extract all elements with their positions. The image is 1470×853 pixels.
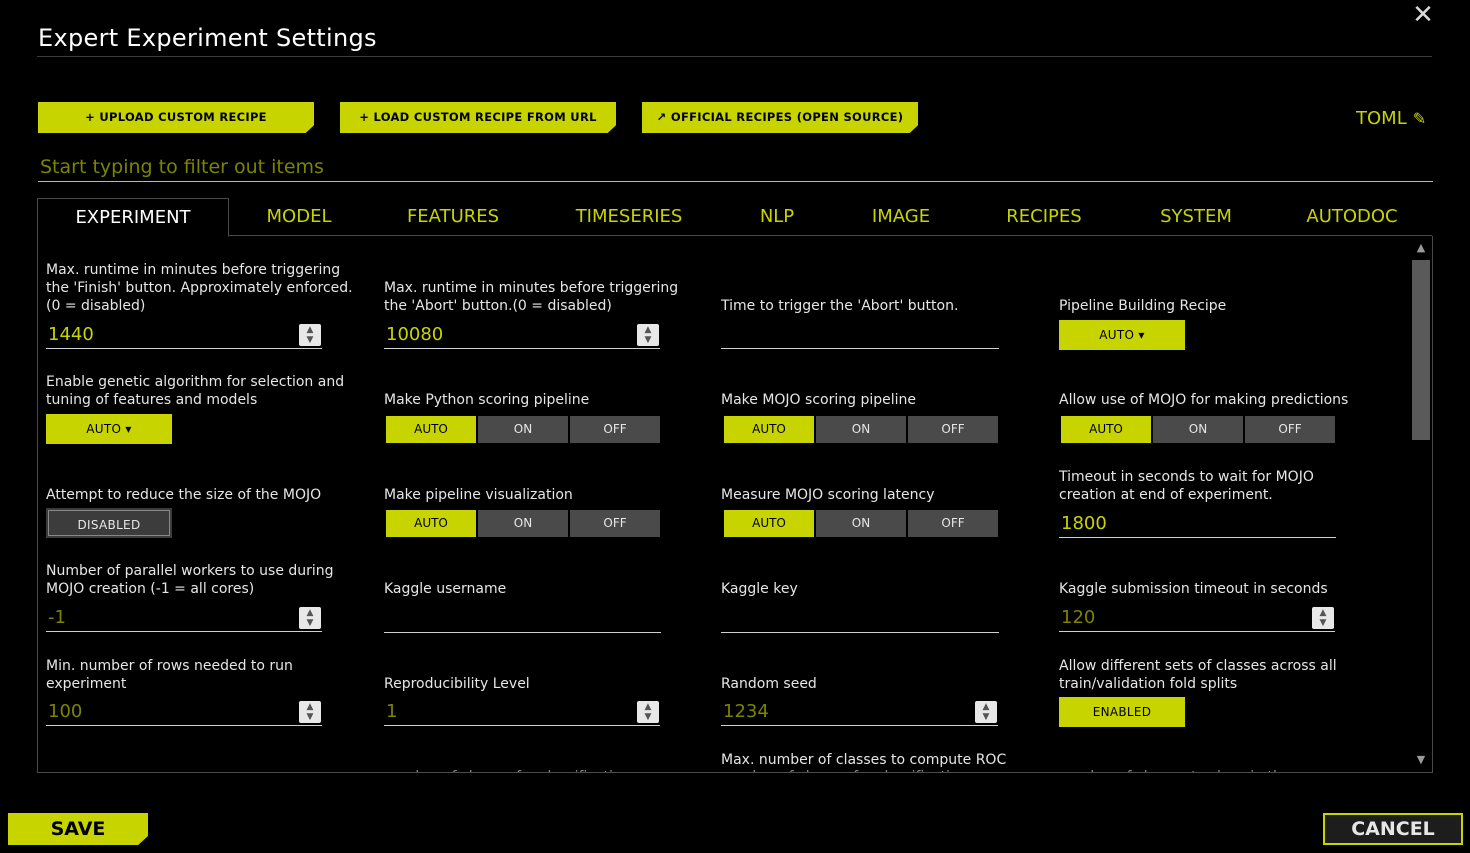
toggle-off[interactable]: OFF [908,510,998,537]
mojo-latency-label: Measure MOJO scoring latency [721,487,935,503]
kaggle-key-label: Kaggle key [721,581,798,597]
mojo-pipeline-label: Make MOJO scoring pipeline [721,392,916,408]
reproducibility-value: 1 [386,701,398,722]
fold-classes-label: Allow different sets of classes across a… [1059,658,1337,692]
tab-recipes[interactable]: RECIPES [997,198,1091,236]
abort-time-label: Time to trigger the 'Abort' button. [721,298,959,314]
toggle-on[interactable]: ON [478,416,568,443]
toggle-off[interactable]: OFF [908,416,998,443]
toggle-auto[interactable]: AUTO [724,416,814,443]
toggle-off[interactable]: OFF [1245,416,1335,443]
mojo-predictions-toggle: AUTO ON OFF [1061,416,1335,443]
dialog-title: Expert Experiment Settings [38,24,377,52]
official-recipes-button[interactable]: ↗ OFFICIAL RECIPES (OPEN SOURCE) [642,102,918,133]
pipeline-viz-toggle: AUTO ON OFF [386,510,660,537]
tab-model[interactable]: MODEL [249,198,349,236]
scroll-up-icon[interactable]: ▲ [1410,240,1432,256]
toggle-off[interactable]: OFF [570,416,660,443]
tab-timeseries[interactable]: TIMESERIES [563,198,695,236]
genetic-algo-dropdown[interactable]: AUTO ▾ [46,414,172,444]
tab-nlp[interactable]: NLP [747,198,807,236]
kaggle-username-input[interactable] [384,605,661,633]
toggle-auto[interactable]: AUTO [724,510,814,537]
spinner-icon[interactable]: ▲ ▼ [299,701,321,723]
reproducibility-input[interactable]: 1 ▲ ▼ [384,698,660,726]
spinner-icon[interactable]: ▲ ▼ [299,324,321,346]
finish-runtime-input[interactable]: 1440 ▲ ▼ [46,321,322,349]
filter-input[interactable] [38,152,1433,182]
spinner-icon[interactable]: ▲ ▼ [299,607,321,629]
cut-off-label: number of classes for classification [384,768,684,772]
pipeline-recipe-label: Pipeline Building Recipe [1059,298,1227,314]
toml-label: TOML [1356,108,1407,129]
spinner-icon[interactable]: ▲ ▼ [637,324,659,346]
kaggle-timeout-label: Kaggle submission timeout in seconds [1059,581,1328,597]
reduce-mojo-switch[interactable]: DISABLED [46,508,172,538]
close-icon[interactable]: ✕ [1410,2,1436,28]
spinner-icon[interactable]: ▲ ▼ [1312,607,1334,629]
tab-autodoc[interactable]: AUTODOC [1301,198,1403,236]
reproducibility-label: Reproducibility Level [384,676,530,692]
toggle-auto[interactable]: AUTO [386,416,476,443]
parallel-workers-value: -1 [48,607,66,628]
upload-custom-recipe-button[interactable]: + UPLOAD CUSTOM RECIPE [38,102,314,133]
title-divider [37,56,1432,57]
tab-image[interactable]: IMAGE [863,198,939,236]
abort-time-input[interactable] [721,321,999,349]
load-recipe-from-url-button[interactable]: + LOAD CUSTOM RECIPE FROM URL [340,102,616,133]
toggle-off[interactable]: OFF [570,510,660,537]
mojo-latency-toggle: AUTO ON OFF [724,510,998,537]
parallel-workers-label: Number of parallel workers to use during… [46,563,334,597]
pencil-icon: ✎ [1412,109,1427,128]
panel-scrollbar[interactable]: ▲ ▼ [1410,240,1432,770]
mojo-predictions-label: Allow use of MOJO for making predictions [1059,392,1349,408]
tab-experiment[interactable]: EXPERIMENT [37,198,229,237]
python-pipeline-label: Make Python scoring pipeline [384,392,590,408]
parallel-workers-input[interactable]: -1 ▲ ▼ [46,604,322,632]
random-seed-input[interactable]: 1234 ▲ ▼ [721,698,998,726]
toggle-on[interactable]: ON [478,510,568,537]
spinner-icon[interactable]: ▲ ▼ [637,701,659,723]
roc-classes-label: Max. number of classes to compute ROC [721,752,1007,768]
min-rows-label: Min. number of rows needed to run experi… [46,658,293,692]
kaggle-timeout-value: 120 [1061,607,1096,628]
spinner-icon[interactable]: ▲ ▼ [975,701,997,723]
pipeline-recipe-dropdown[interactable]: AUTO ▾ [1059,320,1185,350]
toggle-on[interactable]: ON [1153,416,1243,443]
kaggle-username-label: Kaggle username [384,581,507,597]
finish-runtime-value: 1440 [48,324,94,345]
scroll-thumb[interactable] [1412,260,1430,440]
toggle-auto[interactable]: AUTO [386,510,476,537]
mojo-pipeline-toggle: AUTO ON OFF [724,416,998,443]
toggle-on[interactable]: ON [816,510,906,537]
abort-runtime-input[interactable]: 10080 ▲ ▼ [384,321,660,349]
genetic-algo-label: Enable genetic algorithm for selection a… [46,374,345,408]
random-seed-label: Random seed [721,676,817,692]
tab-system[interactable]: SYSTEM [1151,198,1241,236]
mojo-timeout-input[interactable]: 1800 [1059,510,1336,538]
abort-runtime-value: 10080 [386,324,444,345]
kaggle-key-input[interactable] [721,605,999,633]
abort-runtime-label: Max. runtime in minutes before triggerin… [384,280,679,314]
min-rows-value: 100 [48,701,83,722]
save-button[interactable]: SAVE [8,813,148,845]
toggle-on[interactable]: ON [816,416,906,443]
settings-tabs: EXPERIMENT MODEL FEATURES TIMESERIES NLP… [37,198,1432,237]
scroll-down-icon[interactable]: ▼ [1410,752,1432,768]
cancel-button[interactable]: CANCEL [1323,813,1463,845]
python-pipeline-toggle: AUTO ON OFF [386,416,660,443]
cut-off-label: number of classes to show in the confusi… [1059,768,1359,772]
toggle-auto[interactable]: AUTO [1061,416,1151,443]
kaggle-timeout-input[interactable]: 120 ▲ ▼ [1059,604,1335,632]
min-rows-input[interactable]: 100 ▲ ▼ [46,698,322,726]
finish-runtime-label: Max. runtime in minutes before triggerin… [46,262,353,314]
toml-edit-link[interactable]: TOML ✎ [1356,108,1426,129]
mojo-timeout-label: Timeout in seconds to wait for MOJO crea… [1059,469,1314,503]
fold-classes-switch[interactable]: ENABLED [1059,697,1185,727]
random-seed-value: 1234 [723,701,769,722]
reduce-mojo-label: Attempt to reduce the size of the MOJO [46,487,322,503]
cut-off-label: number of classes for classification [721,768,1021,772]
pipeline-viz-label: Make pipeline visualization [384,487,573,503]
tab-features[interactable]: FEATURES [395,198,511,236]
